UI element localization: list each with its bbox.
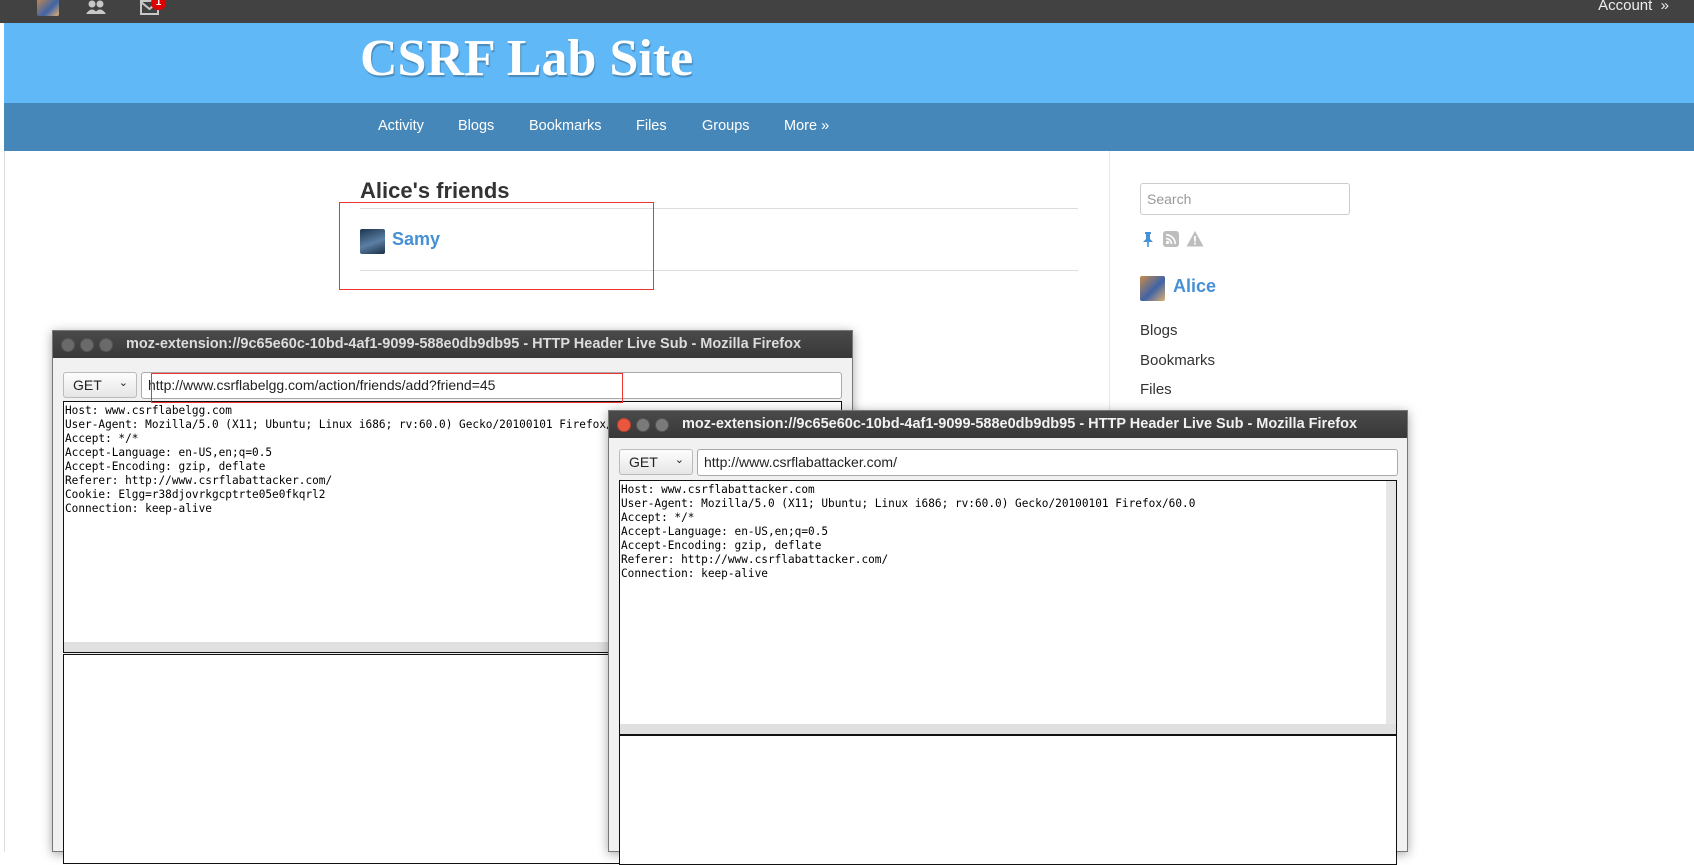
chevron-down-icon: ⌄ bbox=[674, 454, 684, 466]
warning-icon[interactable] bbox=[1186, 230, 1204, 248]
horizontal-scrollbar[interactable] bbox=[620, 724, 1396, 734]
search-input[interactable] bbox=[1140, 183, 1350, 215]
response-area[interactable] bbox=[619, 735, 1397, 865]
nav-item-blogs[interactable]: Blogs bbox=[458, 118, 494, 134]
minimize-icon[interactable] bbox=[636, 418, 650, 432]
nav-item-bookmarks[interactable]: Bookmarks bbox=[529, 118, 602, 134]
rss-icon[interactable] bbox=[1162, 230, 1180, 248]
window-title: moz-extension://9c65e60c-10bd-4af1-9099-… bbox=[682, 416, 1358, 432]
chevron-down-icon: ⌄ bbox=[118, 377, 128, 389]
url-highlight-box bbox=[151, 373, 623, 403]
url-input[interactable]: http://www.csrflabattacker.com/ bbox=[697, 449, 1398, 476]
user-avatar-icon[interactable] bbox=[37, 0, 59, 16]
method-value: GET bbox=[629, 454, 658, 470]
sidebar-link-files[interactable]: Files bbox=[1140, 381, 1172, 398]
sidebar-link-blogs[interactable]: Blogs bbox=[1140, 322, 1178, 339]
close-icon[interactable] bbox=[617, 418, 631, 432]
window-titlebar[interactable]: moz-extension://9c65e60c-10bd-4af1-9099-… bbox=[53, 331, 852, 358]
method-select[interactable]: GET ⌄ bbox=[63, 372, 137, 398]
main-nav: Activity Blogs Bookmarks Files Groups Mo… bbox=[4, 103, 1694, 151]
vertical-scrollbar[interactable] bbox=[1386, 481, 1396, 724]
site-header: CSRF Lab Site bbox=[4, 23, 1694, 103]
account-menu[interactable]: Account » bbox=[1598, 0, 1669, 14]
nav-item-more[interactable]: More » bbox=[784, 118, 829, 134]
nav-item-activity[interactable]: Activity bbox=[378, 118, 424, 134]
maximize-icon[interactable] bbox=[99, 338, 113, 352]
page-left-border bbox=[4, 151, 5, 852]
notification-badge: 1 bbox=[151, 0, 166, 10]
http-header-window-2: moz-extension://9c65e60c-10bd-4af1-9099-… bbox=[608, 410, 1408, 865]
pin-icon[interactable] bbox=[1139, 230, 1157, 248]
account-chevron: » bbox=[1660, 0, 1669, 14]
page-title: Alice's friends bbox=[360, 178, 510, 203]
friends-icon[interactable] bbox=[86, 0, 106, 16]
method-select[interactable]: GET ⌄ bbox=[619, 449, 693, 475]
highlight-box bbox=[339, 202, 654, 290]
sidebar-link-bookmarks[interactable]: Bookmarks bbox=[1140, 352, 1215, 369]
maximize-icon[interactable] bbox=[655, 418, 669, 432]
headers-text: Host: www.csrflabattacker.com User-Agent… bbox=[621, 483, 1196, 580]
account-label: Account bbox=[1598, 0, 1653, 14]
window-title: moz-extension://9c65e60c-10bd-4af1-9099-… bbox=[126, 336, 802, 352]
window-titlebar[interactable]: moz-extension://9c65e60c-10bd-4af1-9099-… bbox=[609, 411, 1407, 438]
topbar: 1 Account » bbox=[0, 0, 1694, 23]
method-value: GET bbox=[73, 377, 102, 393]
request-headers-text[interactable]: Host: www.csrflabattacker.com User-Agent… bbox=[619, 480, 1397, 735]
nav-item-files[interactable]: Files bbox=[636, 118, 667, 134]
minimize-icon[interactable] bbox=[80, 338, 94, 352]
owner-name-link[interactable]: Alice bbox=[1173, 276, 1216, 297]
nav-item-groups[interactable]: Groups bbox=[702, 118, 750, 134]
owner-avatar[interactable] bbox=[1140, 276, 1165, 301]
close-icon[interactable] bbox=[61, 338, 75, 352]
site-title[interactable]: CSRF Lab Site bbox=[360, 29, 693, 88]
